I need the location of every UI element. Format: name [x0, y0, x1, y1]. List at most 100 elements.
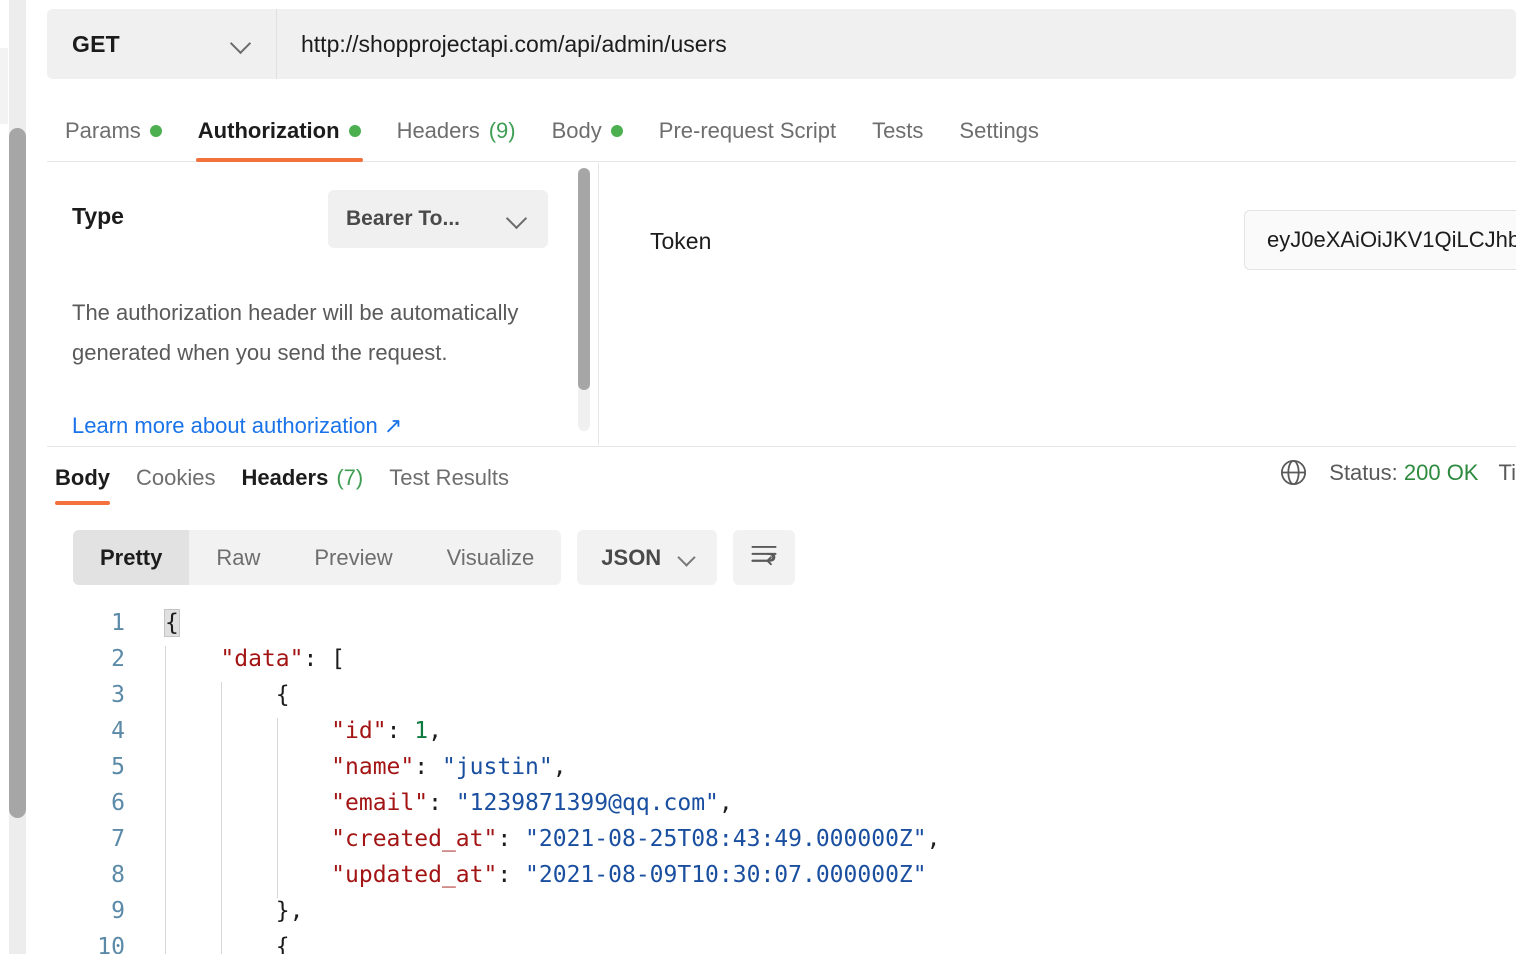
request-tabs: Params Authorization Headers (9) Body Pre-req… — [47, 100, 1516, 162]
indent-guide — [165, 934, 166, 954]
indent-guide — [221, 826, 222, 862]
indent-guide — [165, 826, 166, 862]
indent-guide — [221, 682, 222, 718]
response-tab-count: (7) — [336, 464, 364, 490]
postman-request-response-view: GET http://shopprojectapi.com/api/admin/… — [0, 0, 1516, 954]
code-line: 5 "name": "justin", — [73, 749, 1516, 790]
request-tab-authorization[interactable]: Authorization — [180, 100, 379, 162]
response-tab-body[interactable]: Body — [47, 447, 123, 508]
response-tab-headers[interactable]: Headers (7) — [228, 447, 376, 508]
indent-guide — [221, 754, 222, 790]
response-tab-label: Cookies — [136, 464, 216, 490]
wrap-lines-button[interactable] — [733, 530, 796, 585]
indent-guide — [165, 898, 166, 934]
request-tab-label: Authorization — [197, 118, 340, 143]
globe-icon[interactable] — [1278, 457, 1309, 488]
request-tab-params[interactable]: Params — [47, 100, 180, 162]
line-number: 3 — [111, 682, 125, 708]
token-label: Token — [650, 228, 712, 254]
code-line: 8 "updated_at": "2021-08-09T10:30:07.000… — [73, 857, 1516, 898]
code-line-text[interactable]: "created_at": "2021-08-25T08:43:49.00000… — [137, 826, 1516, 862]
code-line-text[interactable]: }, — [137, 898, 1516, 934]
indent-guide — [165, 682, 166, 718]
line-number: 8 — [111, 862, 125, 888]
http-method-label: GET — [72, 30, 120, 57]
request-tab-label: Headers — [396, 118, 480, 143]
indent-guide — [221, 718, 222, 754]
line-number: 1 — [111, 610, 125, 636]
chevron-down-icon — [506, 208, 528, 230]
code-line-text[interactable]: "id": 1, — [137, 718, 1516, 754]
indent-guide — [277, 790, 278, 826]
response-meta: Status: 200 OK Ti — [1278, 457, 1516, 488]
auth-scrollbar-thumb[interactable] — [578, 168, 590, 390]
code-line-text[interactable]: { — [137, 934, 1516, 954]
request-tab-headers[interactable]: Headers (9) — [379, 100, 534, 162]
left-edge-panel — [0, 48, 8, 124]
code-line: 6 "email": "1239871399@qq.com", — [73, 785, 1516, 826]
format-tab-group: Pretty Raw Preview Visualize — [73, 530, 562, 585]
main-scrollbar-thumb[interactable] — [9, 128, 26, 818]
format-tab-raw[interactable]: Raw — [189, 530, 287, 585]
status-badge: Status: 200 OK — [1329, 460, 1478, 486]
indent-guide — [277, 826, 278, 862]
learn-more-link[interactable]: Learn more about authorization ↗ — [72, 413, 402, 439]
code-line-text[interactable]: { — [137, 682, 1516, 718]
modified-dot-icon — [348, 125, 361, 137]
request-url-bar: GET http://shopprojectapi.com/api/admin/… — [47, 9, 1516, 79]
line-number: 9 — [111, 898, 125, 924]
auth-type-select[interactable]: Bearer To... — [328, 190, 548, 248]
indent-guide — [165, 754, 166, 790]
language-select[interactable]: JSON — [577, 530, 718, 585]
format-tab-pretty[interactable]: Pretty — [73, 530, 190, 585]
code-line: 1{ — [73, 605, 1516, 641]
code-line-text[interactable]: "email": "1239871399@qq.com", — [137, 790, 1516, 826]
code-line-text[interactable]: "name": "justin", — [137, 754, 1516, 790]
indent-guide — [221, 790, 222, 826]
url-text: http://shopprojectapi.com/api/admin/user… — [301, 30, 727, 57]
chevron-down-icon — [230, 33, 252, 55]
modified-dot-icon — [610, 125, 623, 137]
response-body-editor[interactable]: 1{2 "data": [3 {4 "id": 1, 5 "name": "jus… — [73, 605, 1516, 954]
request-tab-label: Settings — [959, 118, 1039, 143]
response-tab-label: Headers — [241, 464, 329, 490]
indent-guide — [165, 862, 166, 898]
code-line: 9 }, — [73, 893, 1516, 934]
request-tab-tests[interactable]: Tests — [854, 100, 941, 162]
status-label: Status: — [1329, 459, 1398, 485]
code-line-text[interactable]: "updated_at": "2021-08-09T10:30:07.00000… — [137, 862, 1516, 898]
code-line: 7 "created_at": "2021-08-25T08:43:49.000… — [73, 821, 1516, 862]
request-tab-label: Body — [551, 118, 602, 143]
code-line: 10 { — [73, 929, 1516, 954]
modified-dot-icon — [149, 125, 162, 137]
code-line-text[interactable]: "data": [ — [137, 646, 1516, 682]
status-value: 200 OK — [1403, 459, 1479, 485]
indent-guide — [221, 862, 222, 898]
request-tab-label: Params — [65, 118, 141, 143]
format-tab-visualize[interactable]: Visualize — [420, 530, 562, 585]
request-tab-pre-request-script[interactable]: Pre-request Script — [641, 100, 854, 162]
language-value: JSON — [601, 544, 662, 570]
line-number: 5 — [111, 754, 125, 780]
response-tab-cookies[interactable]: Cookies — [123, 447, 228, 508]
time-label: Ti — [1498, 459, 1516, 485]
request-tab-label: Tests — [872, 118, 924, 143]
response-tab-label: Test Results — [389, 464, 510, 490]
line-number: 2 — [111, 646, 125, 672]
indent-guide — [221, 898, 222, 934]
request-tab-settings[interactable]: Settings — [941, 100, 1057, 162]
auth-description: The authorization header will be automat… — [72, 300, 519, 365]
token-input[interactable]: eyJ0eXAiOiJKV1QiLCJhbbG — [1244, 210, 1516, 270]
code-line-text[interactable]: { — [137, 609, 1516, 637]
response-tab-test-results[interactable]: Test Results — [376, 447, 522, 508]
response-tabs: Body Cookies Headers (7) Test Results Status… — [47, 446, 1516, 508]
auth-type-value: Bearer To... — [346, 207, 460, 230]
request-tab-label: Pre-request Script — [658, 118, 837, 143]
code-line: 3 { — [73, 677, 1516, 718]
url-input[interactable]: http://shopprojectapi.com/api/admin/user… — [277, 9, 1516, 79]
authorization-right-pane: Token eyJ0eXAiOiJKV1QiLCJhbbG — [599, 163, 1516, 445]
format-tab-preview[interactable]: Preview — [287, 530, 419, 585]
request-tab-body[interactable]: Body — [534, 100, 641, 162]
http-method-select[interactable]: GET — [47, 9, 277, 79]
auth-type-label: Type — [72, 203, 124, 229]
